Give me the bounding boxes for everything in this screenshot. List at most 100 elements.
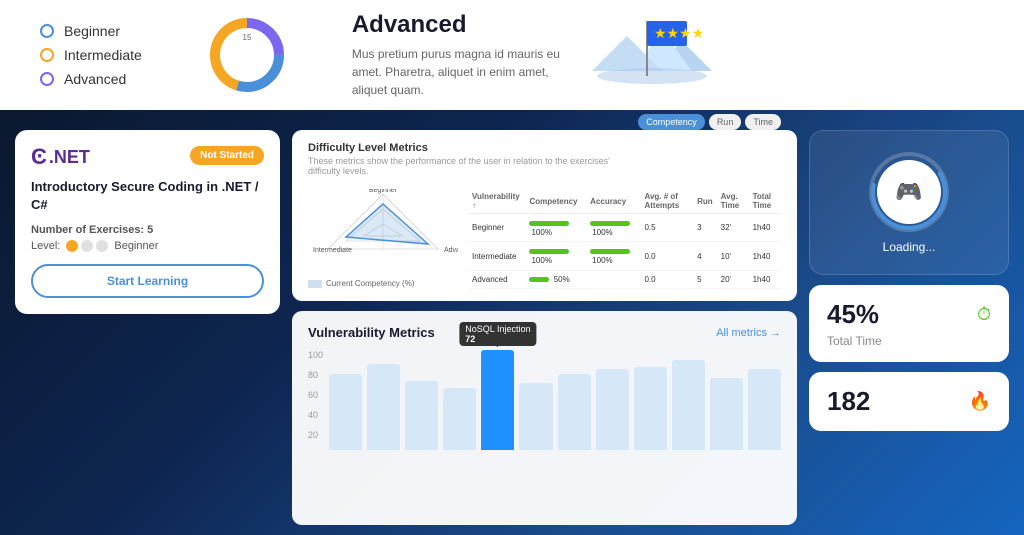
bar-group: NoSQL Injection72 bbox=[329, 350, 781, 450]
bar-item[interactable] bbox=[634, 367, 667, 450]
flag-illustration: ★★★★ bbox=[592, 11, 712, 91]
col-avg-time: Avg. Time bbox=[717, 189, 749, 214]
flame-icon: 🔥 bbox=[969, 391, 991, 412]
bar-item[interactable] bbox=[596, 369, 629, 450]
time-label: Total Time bbox=[827, 334, 882, 348]
bar-item[interactable] bbox=[367, 364, 400, 450]
bar-item[interactable] bbox=[405, 381, 438, 450]
intermediate-item: Intermediate bbox=[40, 47, 142, 63]
bar-item[interactable] bbox=[748, 369, 781, 450]
bar-item[interactable]: NoSQL Injection72 bbox=[481, 350, 514, 450]
col-attempts: Avg. # of Attempts bbox=[640, 189, 693, 214]
svg-text:Beginner: Beginner bbox=[369, 189, 398, 194]
metrics-tabs: Competency Run Time bbox=[638, 114, 781, 130]
svg-text:Intermediate: Intermediate bbox=[313, 247, 352, 254]
cell-competency: 100% bbox=[525, 214, 586, 242]
cell-run: 4 bbox=[693, 242, 717, 270]
level-dot-3 bbox=[96, 240, 108, 252]
table-row: Advanced 50% 0.0 5 20' 1h40 bbox=[468, 270, 781, 288]
bar-item[interactable] bbox=[329, 374, 362, 450]
stats-row: 45% ⏱ bbox=[827, 299, 991, 330]
tab-run[interactable]: Run bbox=[709, 114, 742, 130]
cell-name: Beginner bbox=[468, 214, 525, 242]
barchart-body: 10080604020 NoSQL Injection72 bbox=[308, 350, 781, 450]
bar-chart-panel: Vulnerability Metrics All metrics → 100 8… bbox=[292, 311, 797, 525]
main-content: Ͼ .NET Not Started Introductory Secure C… bbox=[0, 120, 1024, 535]
y-axis-label: 80 bbox=[308, 370, 323, 380]
metrics-panel-subtitle: These metrics show the performance of th… bbox=[308, 156, 638, 176]
difficulty-list: Beginner Intermediate Advanced bbox=[40, 23, 142, 87]
bar-item[interactable] bbox=[558, 374, 591, 450]
left-column: Ͼ .NET Not Started Introductory Secure C… bbox=[15, 130, 280, 525]
cell-accuracy: 100% bbox=[586, 214, 640, 242]
stats-card-score: 182 🔥 bbox=[809, 372, 1009, 431]
col-total-time: Total Time bbox=[749, 189, 781, 214]
bar-item[interactable] bbox=[519, 383, 552, 450]
cell-name: Intermediate bbox=[468, 242, 525, 270]
metrics-panel: Difficulty Level Metrics These metrics s… bbox=[292, 130, 797, 301]
table-row: Beginner 100% 100% 0.5 3 32' 1h40 bbox=[468, 214, 781, 242]
bar-item[interactable] bbox=[672, 360, 705, 450]
metrics-panel-title: Difficulty Level Metrics bbox=[308, 142, 638, 154]
svg-text:15: 15 bbox=[242, 33, 251, 42]
not-started-badge: Not Started bbox=[190, 146, 264, 165]
tab-competency[interactable]: Competency bbox=[638, 114, 705, 130]
radar-legend: Current Competency (%) bbox=[326, 279, 414, 288]
level-row: Level: Beginner bbox=[31, 240, 264, 252]
advanced-heading: Advanced bbox=[352, 11, 572, 39]
beginner-icon bbox=[40, 24, 54, 38]
svg-text:★★★★: ★★★★ bbox=[654, 25, 704, 41]
radar-chart: Beginner Advanced Intermediate Current C… bbox=[308, 189, 458, 289]
y-axis-label: 60 bbox=[308, 390, 323, 400]
stats-row-2: 182 🔥 bbox=[827, 386, 991, 417]
advanced-section: Advanced Mus pretium purus magna id maur… bbox=[352, 11, 984, 99]
stats-card-time: 45% ⏱ Total Time bbox=[809, 285, 1009, 362]
barchart-title: Vulnerability Metrics bbox=[308, 325, 435, 340]
advanced-item: Advanced bbox=[40, 71, 142, 87]
level-dot-1 bbox=[66, 240, 78, 252]
cell-run: 3 bbox=[693, 214, 717, 242]
loading-text: Loading... bbox=[883, 240, 936, 254]
dotnet-text: .NET bbox=[49, 147, 90, 168]
cell-avg-time: 10' bbox=[717, 242, 749, 270]
cell-avg-time: 32' bbox=[717, 214, 749, 242]
intermediate-icon bbox=[40, 48, 54, 62]
level-dot-2 bbox=[81, 240, 93, 252]
bar-item[interactable] bbox=[443, 388, 476, 451]
cell-total-time: 1h40 bbox=[749, 242, 781, 270]
bar-item[interactable] bbox=[710, 378, 743, 450]
barchart-header: Vulnerability Metrics All metrics → bbox=[308, 325, 781, 340]
cell-competency: 100% bbox=[525, 242, 586, 270]
cell-total-time: 1h40 bbox=[749, 214, 781, 242]
advanced-text: Advanced Mus pretium purus magna id maur… bbox=[352, 11, 572, 99]
advanced-icon bbox=[40, 72, 54, 86]
cell-run: 5 bbox=[693, 270, 717, 288]
cell-attempts: 0.5 bbox=[640, 214, 693, 242]
beginner-item: Beginner bbox=[40, 23, 142, 39]
level-value: Beginner bbox=[114, 240, 158, 252]
exercises-label: Number of Exercises: bbox=[31, 224, 144, 236]
top-banner: Beginner Intermediate Advanced 15 bbox=[0, 0, 1024, 110]
tab-time[interactable]: Time bbox=[745, 114, 781, 130]
cell-competency: 50% bbox=[525, 270, 586, 288]
level-label: Level: bbox=[31, 240, 60, 252]
table-row: Intermediate 100% 100% 0.0 4 10' 1h40 bbox=[468, 242, 781, 270]
start-learning-button[interactable]: Start Learning bbox=[31, 264, 264, 298]
all-metrics-link[interactable]: All metrics → bbox=[716, 327, 781, 339]
cell-total-time: 1h40 bbox=[749, 270, 781, 288]
intermediate-label: Intermediate bbox=[64, 47, 142, 63]
y-axis: 10080604020 bbox=[308, 350, 323, 450]
middle-column: Difficulty Level Metrics These metrics s… bbox=[292, 130, 797, 525]
donut-chart: 15 bbox=[202, 10, 292, 100]
dotnet-logo: Ͼ .NET bbox=[31, 146, 90, 168]
col-competency: Competency bbox=[525, 189, 586, 214]
y-axis-label: 100 bbox=[308, 350, 323, 360]
level-dots bbox=[66, 240, 108, 252]
exercises-value: 5 bbox=[147, 224, 153, 236]
col-run: Run bbox=[693, 189, 717, 214]
y-axis-label: 20 bbox=[308, 430, 323, 440]
cell-accuracy: 100% bbox=[586, 242, 640, 270]
time-value: 45% bbox=[827, 299, 879, 330]
course-title: Introductory Secure Coding in .NET / C# bbox=[31, 178, 264, 214]
metrics-body: Beginner Advanced Intermediate Current C… bbox=[308, 184, 781, 289]
